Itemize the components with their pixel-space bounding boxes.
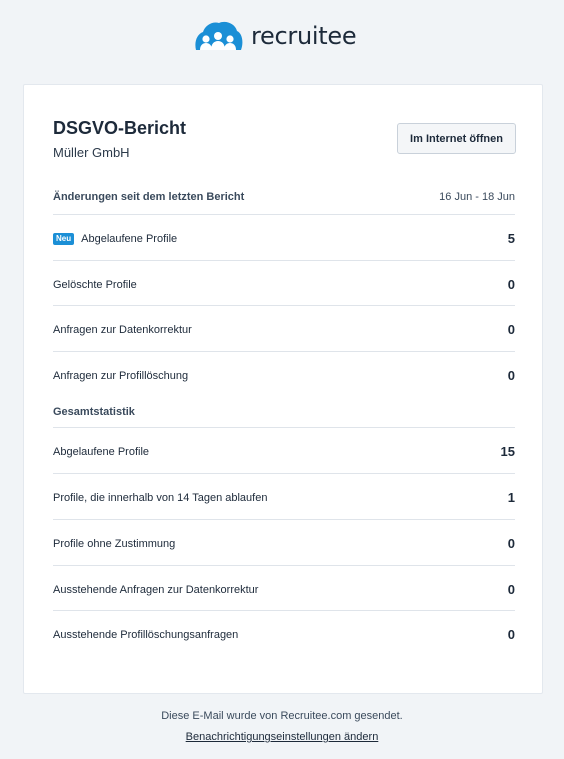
table-row: Ausstehende Anfragen zur Datenkorrektur … [53,565,515,611]
new-badge: Neu [53,233,75,245]
row-value: 0 [507,277,515,292]
row-label: Abgelaufene Profile [53,446,150,458]
row-label: Profile ohne Zustimmung [53,538,176,550]
row-value: 0 [507,368,515,383]
date-range: 16 Jun - 18 Jun [439,191,515,203]
email-header: recruitee [0,0,564,72]
row-label: Anfragen zur Profillöschung [53,370,189,382]
footer-sent-by: Diese E-Mail wurde von Recruitee.com ges… [161,710,403,722]
table-row: Abgelaufene Profile 15 [53,427,515,473]
row-label: Ausstehende Anfragen zur Datenkorrektur [53,584,259,596]
table-row: Ausstehende Profillöschungsanfragen 0 [53,610,515,656]
row-value: 0 [507,536,515,551]
row-label: Profile, die innerhalb von 14 Tagen abla… [53,492,268,504]
row-value: 1 [507,490,515,505]
open-online-button[interactable]: Im Internet öffnen [397,123,516,154]
table-row: Gelöschte Profile 0 [53,260,515,306]
row-label: Gelöschte Profile [53,279,137,291]
recruitee-logo[interactable]: recruitee [193,20,357,52]
report-title: DSGVO-Bericht [53,118,187,138]
totals-section-heading: Gesamtstatistik [53,406,135,418]
row-value: 15 [500,444,515,459]
row-label: Abgelaufene Profile [81,233,178,245]
notification-settings-link[interactable]: Benachrichtigungseinstellungen ändern [186,731,379,743]
row-label: Ausstehende Profillöschungsanfragen [53,629,239,641]
people-cloud-icon [195,21,243,50]
row-value: 5 [507,231,515,246]
row-value: 0 [507,322,515,337]
table-row: Anfragen zur Datenkorrektur 0 [53,305,515,351]
changes-section-heading: Änderungen seit dem letzten Bericht 16 J… [53,191,515,203]
company-name: Müller GmbH [53,145,130,160]
table-row: Anfragen zur Profillöschung 0 [53,351,515,397]
table-row: Profile, die innerhalb von 14 Tagen abla… [53,473,515,519]
changes-heading-label: Änderungen seit dem letzten Bericht [53,191,245,203]
row-label: Anfragen zur Datenkorrektur [53,324,192,336]
table-row: Profile ohne Zustimmung 0 [53,519,515,565]
row-value: 0 [507,582,515,597]
row-value: 0 [507,627,515,642]
brand-name: recruitee [251,22,357,50]
table-row: Neu Abgelaufene Profile 5 [53,214,515,260]
report-card: DSGVO-Bericht Müller GmbH Im Internet öf… [23,84,543,694]
